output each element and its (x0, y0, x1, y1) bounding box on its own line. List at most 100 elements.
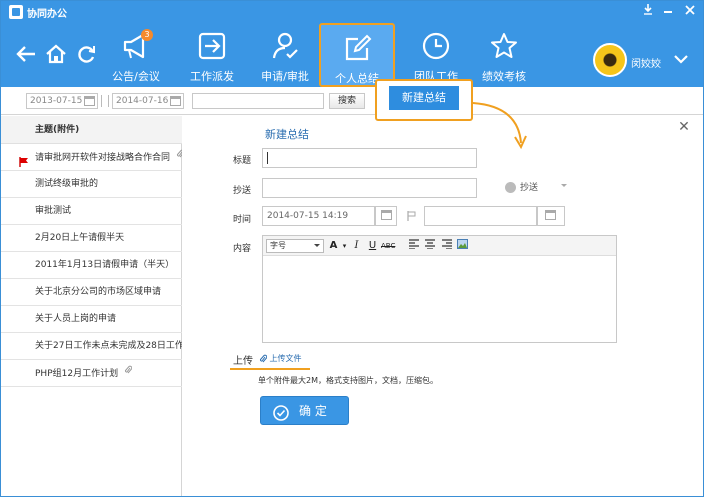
list-item-title: 关于北京分公司的市场区域申请 (35, 287, 162, 297)
chevron-down-icon[interactable] (673, 51, 689, 70)
confirm-label: 确 定 (299, 404, 327, 418)
end-calendar-button[interactable] (537, 206, 565, 226)
nav-label: 工作派发 (190, 70, 234, 83)
font-size-select[interactable]: 字号 (266, 239, 324, 253)
cc-picker-button[interactable]: 抄送 (505, 180, 538, 193)
flag-icon (19, 152, 29, 167)
calendar-icon (381, 210, 392, 220)
underline-icon[interactable]: U (366, 239, 379, 253)
list-item[interactable]: 关于北京分公司的市场区域申请 (1, 279, 182, 306)
title-input[interactable] (262, 148, 477, 168)
nav-label: 公告/会议 (112, 70, 160, 83)
person-icon (505, 182, 516, 193)
end-date-field[interactable]: 2014-07-16 (112, 93, 184, 109)
refresh-icon[interactable] (75, 43, 97, 65)
title-label: 标题 (233, 156, 252, 166)
nav-item-personal-summary[interactable]: 个人总结 (319, 23, 395, 87)
start-date-value: 2013-07-15 (30, 96, 83, 106)
list-item[interactable]: 测试终级审批的 (1, 171, 182, 198)
calendar-icon[interactable] (170, 96, 181, 106)
list-item-title: 关于27日工作未点未完成及28日工作 (35, 341, 182, 351)
notification-badge: 3 (141, 29, 153, 41)
nav-item-team-work[interactable]: 团队工作 (397, 23, 475, 87)
list-item-title: 测试终级审批的 (35, 179, 99, 189)
upload-file-link[interactable]: 上传文件 (259, 353, 302, 364)
list-item[interactable]: PHP组12月工作计划 (1, 360, 182, 387)
person-check-icon (270, 31, 300, 61)
form-title: 新建总结 (265, 128, 309, 141)
chevron-down-icon (314, 244, 320, 247)
user-name: 闵姣姣 (631, 59, 661, 70)
list-item[interactable]: 2011年1月13日请假申请（半天） (1, 252, 182, 279)
app-title: 协同办公 (27, 9, 67, 20)
list-item-title: 关于人员上岗的申请 (35, 314, 117, 324)
summary-list: 主题(附件) 请审批网开软件对接战略合作合同 测试终级审批的 审批测试 2月20… (1, 116, 182, 496)
list-item-title: PHP组12月工作计划 (35, 369, 119, 379)
close-form-icon[interactable]: ✕ (677, 120, 691, 134)
start-calendar-button[interactable] (375, 206, 397, 226)
editor-toolbar: 字号 A ▾ I U ABC (263, 236, 616, 256)
list-item[interactable]: 关于人员上岗的申请 (1, 306, 182, 333)
nav-label: 绩效考核 (482, 70, 526, 83)
list-item-title: 2011年1月13日请假申请（半天） (35, 260, 175, 270)
list-item-title: 请审批网开软件对接战略合作合同 (35, 153, 171, 163)
confirm-button[interactable]: 确 定 (260, 396, 349, 425)
end-time-field[interactable] (424, 206, 537, 226)
end-date-value: 2014-07-16 (116, 96, 169, 106)
font-size-label: 字号 (270, 241, 286, 250)
cc-input[interactable] (262, 178, 477, 198)
list-item[interactable]: 关于27日工作未点未完成及28日工作 (1, 333, 182, 360)
close-icon[interactable] (681, 3, 699, 21)
app-logo-icon (9, 5, 23, 19)
search-input[interactable] (192, 93, 324, 109)
home-icon[interactable] (45, 43, 67, 65)
align-right-icon[interactable] (440, 239, 453, 253)
paperclip-icon (259, 354, 268, 362)
align-left-icon[interactable] (407, 239, 420, 253)
list-item[interactable]: 请审批网开软件对接战略合作合同 (1, 144, 182, 171)
new-summary-button[interactable]: 新建总结 (389, 86, 459, 110)
upload-hint: 单个附件最大2M，格式支持图片，文档，压缩包。 (258, 376, 438, 385)
range-separator-icon (101, 95, 109, 107)
text-cursor (267, 152, 268, 164)
content-label: 内容 (233, 244, 252, 254)
arrow-out-icon (197, 31, 227, 61)
attachment-icon (124, 360, 133, 386)
rich-text-editor[interactable]: 字号 A ▾ I U ABC (262, 235, 617, 343)
nav-label: 申请/审批 (261, 70, 309, 83)
main-nav: 3 公告/会议 工作派发 申请/审批 个人总结 团队工作 绩效考核 闵姣姣 (1, 23, 703, 87)
filter-toolbar: 2013-07-15 2014-07-16 搜索 (1, 87, 703, 115)
callout-arrow-icon (472, 102, 527, 150)
nav-item-performance[interactable]: 绩效考核 (465, 23, 543, 87)
attachment-icon (176, 144, 182, 170)
search-button[interactable]: 搜索 (329, 93, 365, 109)
clock-icon (421, 31, 451, 61)
calendar-icon[interactable] (84, 96, 95, 106)
pin-icon[interactable] (639, 3, 657, 21)
nav-item-approval[interactable]: 申请/审批 (246, 23, 324, 87)
start-date-field[interactable]: 2013-07-15 (26, 93, 98, 109)
start-time-field[interactable]: 2014-07-15 14:19 (262, 206, 375, 226)
minimize-icon[interactable] (659, 3, 677, 21)
new-summary-callout: 新建总结 (375, 79, 473, 121)
app-window: 协同办公 3 公告/会议 工作派发 申请/审批 个人总结 团队工作 绩效考核 闵… (0, 0, 704, 497)
title-bar: 协同办公 (1, 1, 703, 23)
list-item[interactable]: 审批测试 (1, 198, 182, 225)
insert-image-icon[interactable] (456, 239, 469, 253)
cc-label: 抄送 (233, 186, 252, 196)
new-summary-form: 新建总结 ✕ 标题 抄送 抄送 时间 2014-07-15 14:19 内容 字… (183, 116, 703, 496)
strikethrough-icon[interactable]: ABC (381, 239, 395, 253)
time-label: 时间 (233, 215, 252, 225)
italic-icon[interactable]: I (350, 239, 363, 253)
upload-highlight (230, 368, 310, 370)
back-arrow-icon[interactable] (15, 43, 37, 65)
avatar[interactable] (593, 43, 627, 77)
check-circle-icon (273, 403, 289, 421)
nav-item-dispatch[interactable]: 工作派发 (173, 23, 251, 87)
start-time-value: 2014-07-15 14:19 (267, 211, 349, 221)
align-center-icon[interactable] (423, 239, 436, 253)
list-item-title: 2月20日上午请假半天 (35, 233, 125, 243)
nav-item-announcements[interactable]: 3 公告/会议 (97, 23, 175, 87)
cc-caret-icon[interactable] (561, 184, 567, 187)
list-item[interactable]: 2月20日上午请假半天 (1, 225, 182, 252)
